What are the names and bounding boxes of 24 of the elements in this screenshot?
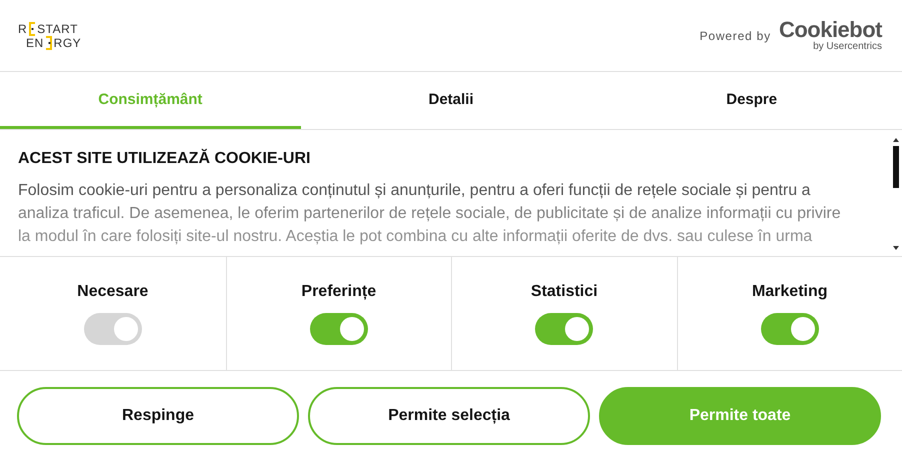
category-label: Preferințe <box>301 283 376 301</box>
brand-subtitle: by Usercentrics <box>813 41 882 52</box>
toggle-switch[interactable] <box>760 313 819 345</box>
tab[interactable]: Detalii <box>300 72 602 129</box>
scroll-up-icon[interactable] <box>893 138 899 142</box>
logo-text: START <box>37 22 78 36</box>
toggle-switch[interactable] <box>310 313 368 345</box>
toggle-switch[interactable] <box>535 313 594 345</box>
logo-bracket-icon <box>28 22 36 36</box>
tab[interactable]: Despre <box>601 72 902 129</box>
logo-text: R <box>18 22 28 36</box>
brand-logo-text[interactable]: Cookiebot <box>778 19 882 41</box>
powered-by-label: Powered by <box>700 28 771 42</box>
logo-text: EN <box>26 36 44 50</box>
category-label: Statistici <box>530 283 598 301</box>
logo-bracket-icon <box>44 36 53 50</box>
category-label: Necesare <box>77 283 148 301</box>
action-button[interactable]: Respinge <box>17 387 299 445</box>
heading: ACEST SITE UTILIZEAZĂ COOKIE-URI <box>18 150 312 168</box>
description-text: Folosim cookie-uri pentru a personaliza conținutul și anunțurile, pentru a oferi funcții de rețele sociale și pentru a analiza traficul. De asemenea, le oferim partenerilor de rețele sociale, de publicitate și de analize informații cu privire la modul în care folosiți site-ul nostru. Aceștia le pot combina cu alte informații oferite de dvs. sau culese în urma <box>18 181 842 247</box>
logo-text: RGY <box>54 36 82 50</box>
category-label: Marketing <box>752 283 828 301</box>
scroll-down-icon[interactable] <box>893 246 899 250</box>
action-button[interactable]: Permite selecția <box>308 387 590 445</box>
